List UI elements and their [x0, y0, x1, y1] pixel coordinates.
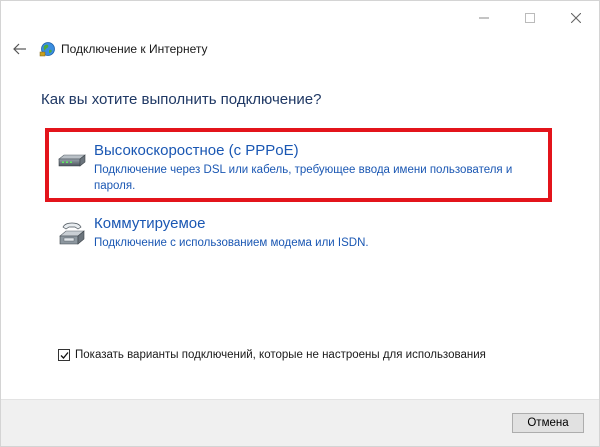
option-broadband-title: Высокоскоростное (с PPPoE)	[94, 142, 299, 159]
maximize-button[interactable]	[507, 1, 553, 35]
navigation-bar: Подключение к Интернету	[11, 38, 208, 60]
option-broadband-text: Высокоскоростное (с PPPoE) Подключение ч…	[94, 141, 524, 194]
show-unconfigured-checkbox[interactable]	[58, 349, 70, 361]
option-dialup[interactable]: Коммутируемое Подключение с использовани…	[56, 214, 546, 251]
option-dialup-description: Подключение с использованием модема или …	[94, 237, 369, 249]
minimize-button[interactable]	[461, 1, 507, 35]
footer-bar: Отмена	[1, 399, 599, 446]
window-controls	[461, 1, 599, 35]
minimize-icon	[479, 17, 489, 19]
show-unconfigured-label: Показать варианты подключений, которые н…	[75, 349, 486, 361]
close-icon	[571, 13, 581, 23]
cancel-button[interactable]: Отмена	[512, 413, 584, 433]
checkmark-icon	[60, 351, 69, 359]
show-unconfigured-options-row[interactable]: Показать варианты подключений, которые н…	[58, 349, 486, 361]
back-arrow-icon	[13, 43, 26, 55]
internet-connection-icon	[39, 42, 55, 57]
connection-wizard-window: Подключение к Интернету Как вы хотите вы…	[0, 0, 600, 447]
option-broadband-pppoe[interactable]: Высокоскоростное (с PPPoE) Подключение ч…	[56, 141, 546, 194]
page-heading: Как вы хотите выполнить подключение?	[41, 91, 322, 108]
option-broadband-description: Подключение через DSL или кабель, требую…	[94, 164, 513, 192]
window-title: Подключение к Интернету	[61, 42, 208, 56]
back-button[interactable]	[11, 40, 29, 58]
broadband-modem-icon	[58, 154, 86, 167]
maximize-icon	[525, 13, 535, 23]
option-dialup-text: Коммутируемое Подключение с использовани…	[94, 214, 369, 251]
close-button[interactable]	[553, 1, 599, 35]
option-dialup-title: Коммутируемое	[94, 215, 206, 232]
dialup-phone-icon	[59, 222, 85, 245]
